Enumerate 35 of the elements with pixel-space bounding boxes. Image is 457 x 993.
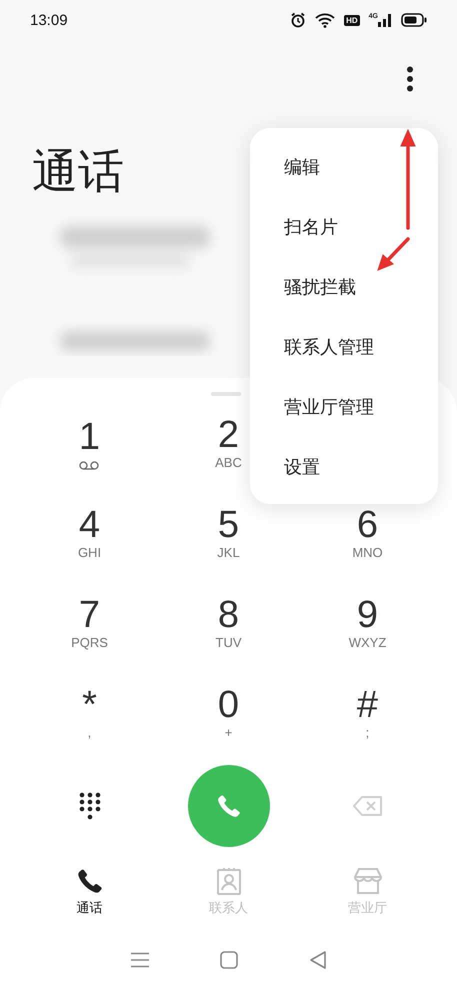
menu-item[interactable]: 骚扰拦截 xyxy=(250,258,438,318)
dial-key[interactable]: 6 MNO xyxy=(352,505,383,561)
alarm-icon xyxy=(290,12,306,28)
battery-icon xyxy=(401,13,427,27)
dial-key[interactable]: 0 + xyxy=(218,685,240,741)
dial-key[interactable]: 5 JKL xyxy=(217,505,240,561)
back-icon[interactable] xyxy=(308,951,326,969)
wifi-icon xyxy=(315,12,336,28)
dial-key[interactable]: * , xyxy=(82,685,97,741)
dial-key[interactable]: 8 TUV xyxy=(216,595,242,651)
phone-icon xyxy=(76,867,104,895)
menu-item[interactable]: 编辑 xyxy=(250,138,438,198)
voicemail-icon xyxy=(79,460,100,470)
menu-item[interactable]: 设置 xyxy=(250,438,438,498)
contact-card-icon xyxy=(216,867,242,895)
dial-key[interactable]: 4 GHI xyxy=(78,505,102,561)
menu-item[interactable]: 扫名片 xyxy=(250,198,438,258)
tab[interactable]: 通话 xyxy=(20,867,159,917)
menu-icon[interactable] xyxy=(130,952,148,968)
hd-badge: HD xyxy=(344,14,360,26)
dial-key[interactable]: 1 xyxy=(78,416,100,470)
more-options-icon[interactable] xyxy=(406,66,414,92)
menu-item[interactable]: 营业厅管理 xyxy=(250,378,438,438)
signal-icon xyxy=(378,13,392,27)
dial-key[interactable]: 7 PQRS xyxy=(71,595,108,651)
phone-icon xyxy=(216,793,242,819)
dialpad-icon[interactable] xyxy=(78,792,100,820)
dial-key[interactable]: # ; xyxy=(356,685,378,741)
dial-key[interactable]: 9 WXYZ xyxy=(348,595,386,651)
menu-item[interactable]: 联系人管理 xyxy=(250,318,438,378)
status-time: 13:09 xyxy=(30,12,68,28)
page-title: 通话 xyxy=(32,143,124,200)
storefront-icon xyxy=(354,867,382,895)
home-icon[interactable] xyxy=(220,951,238,969)
dial-key[interactable]: 2 ABC xyxy=(215,415,242,471)
